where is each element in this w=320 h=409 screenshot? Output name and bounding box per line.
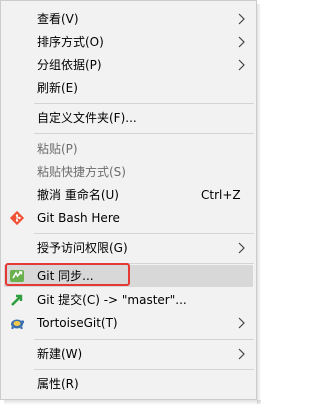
menu-separator (34, 103, 254, 104)
menu-item-git-bash-here[interactable]: Git Bash Here (4, 207, 253, 229)
menu-item-shortcut: Ctrl+Z (201, 188, 241, 202)
git-commit-icon (11, 294, 23, 306)
menu-separator (34, 339, 254, 340)
git-bash-icon (9, 210, 25, 226)
menu-item-label: 撤消 重命名(U) (37, 188, 119, 202)
context-menu: 查看(V) 排序方式(O) 分组依据(P) 刷新(E) 自定义文件夹(F)...… (0, 0, 257, 400)
menu-item-label: 属性(R) (37, 377, 79, 391)
chevron-right-icon (238, 13, 245, 25)
menu-item-customize-folder[interactable]: 自定义文件夹(F)... (4, 107, 253, 129)
chevron-right-icon (238, 36, 245, 48)
menu-item-label: 分组依据(P) (37, 58, 102, 72)
menu-item-label: 自定义文件夹(F)... (37, 111, 137, 125)
menu-item-grant-access[interactable]: 授予访问权限(G) (4, 237, 253, 259)
menu-item-undo-rename[interactable]: 撤消 重命名(U) Ctrl+Z (4, 184, 253, 206)
menu-item-new[interactable]: 新建(W) (4, 343, 253, 365)
menu-item-label: 排序方式(O) (37, 35, 104, 49)
menu-separator (34, 133, 254, 134)
menu-item-group-by[interactable]: 分组依据(P) (4, 54, 253, 76)
chevron-right-icon (238, 59, 245, 71)
menu-item-refresh[interactable]: 刷新(E) (4, 77, 253, 99)
menu-item-label: 新建(W) (37, 347, 83, 361)
menu-item-tortoisegit[interactable]: TortoiseGit(T) (4, 312, 253, 334)
menu-item-label: TortoiseGit(T) (37, 316, 118, 330)
menu-item-view[interactable]: 查看(V) (4, 8, 253, 30)
menu-item-paste-shortcut[interactable]: 粘贴快捷方式(S) (4, 161, 253, 183)
chevron-right-icon (238, 317, 245, 329)
menu-separator (34, 233, 254, 234)
menu-separator (34, 369, 254, 370)
menu-item-label: 粘贴快捷方式(S) (37, 165, 126, 179)
highlight-annotation-box (5, 263, 130, 286)
menu-item-label: 刷新(E) (37, 81, 78, 95)
menu-item-label: 授予访问权限(G) (37, 241, 128, 255)
tortoisegit-icon (11, 319, 25, 330)
menu-item-git-commit[interactable]: Git 提交(C) -> "master"... (4, 289, 253, 311)
menu-item-sort-by[interactable]: 排序方式(O) (4, 31, 253, 53)
chevron-right-icon (238, 348, 245, 360)
menu-item-label: 粘贴(P) (37, 142, 78, 156)
menu-item-label: Git Bash Here (37, 211, 120, 225)
menu-item-label: Git 提交(C) -> "master"... (37, 293, 187, 307)
menu-item-properties[interactable]: 属性(R) (4, 373, 253, 395)
menu-item-label: 查看(V) (37, 12, 79, 26)
chevron-right-icon (238, 242, 245, 254)
menu-item-paste[interactable]: 粘贴(P) (4, 138, 253, 160)
